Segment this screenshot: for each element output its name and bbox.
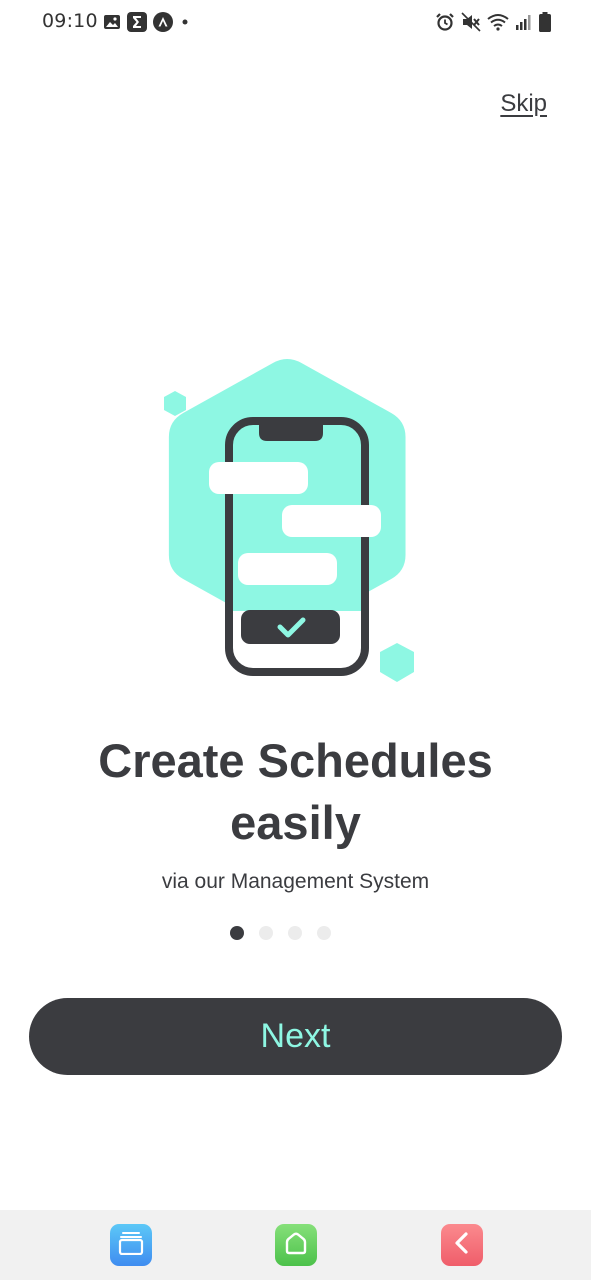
bottom-nav-bar xyxy=(0,1210,591,1280)
recent-apps-icon xyxy=(118,1231,144,1260)
small-hexagon-bottom xyxy=(380,643,414,682)
title-line-1: Create Schedules xyxy=(98,734,493,787)
small-hexagon-top xyxy=(164,391,186,416)
phone-chat-illustration xyxy=(150,355,440,695)
home-button[interactable] xyxy=(275,1224,317,1266)
page-dot-4[interactable] xyxy=(317,926,331,940)
image-icon xyxy=(103,13,121,31)
status-time: 09:10 xyxy=(42,10,98,32)
chat-bubble-2 xyxy=(282,505,381,537)
page-dot-2[interactable] xyxy=(259,926,273,940)
skip-link[interactable]: Skip xyxy=(500,90,547,118)
page-indicator xyxy=(0,926,591,940)
lambda-icon xyxy=(153,12,173,32)
status-left-icons xyxy=(103,12,191,32)
chat-bubble-3 xyxy=(238,553,337,585)
status-right-icons xyxy=(435,12,551,32)
mute-icon xyxy=(461,12,481,32)
page-dot-1[interactable] xyxy=(230,926,244,940)
next-button[interactable]: Next xyxy=(29,998,562,1075)
home-icon xyxy=(283,1230,309,1261)
onboarding-title: Create Schedules easily xyxy=(0,730,591,854)
status-bar: 09:10 xyxy=(0,0,591,46)
sigma-icon xyxy=(127,12,147,32)
page-dot-3[interactable] xyxy=(288,926,302,940)
battery-icon xyxy=(539,12,551,32)
chat-bubble-1 xyxy=(209,462,308,494)
phone-notch xyxy=(259,421,323,441)
phone-check-button xyxy=(241,610,340,644)
wifi-icon xyxy=(487,13,509,31)
alarm-icon xyxy=(435,12,455,32)
recent-apps-button[interactable] xyxy=(110,1224,152,1266)
dot-icon xyxy=(179,16,191,28)
back-button[interactable] xyxy=(441,1224,483,1266)
onboarding-subtitle: via our Management System xyxy=(161,870,430,893)
title-line-2: easily xyxy=(230,796,361,849)
back-icon xyxy=(451,1231,473,1260)
signal-icon xyxy=(515,13,533,31)
